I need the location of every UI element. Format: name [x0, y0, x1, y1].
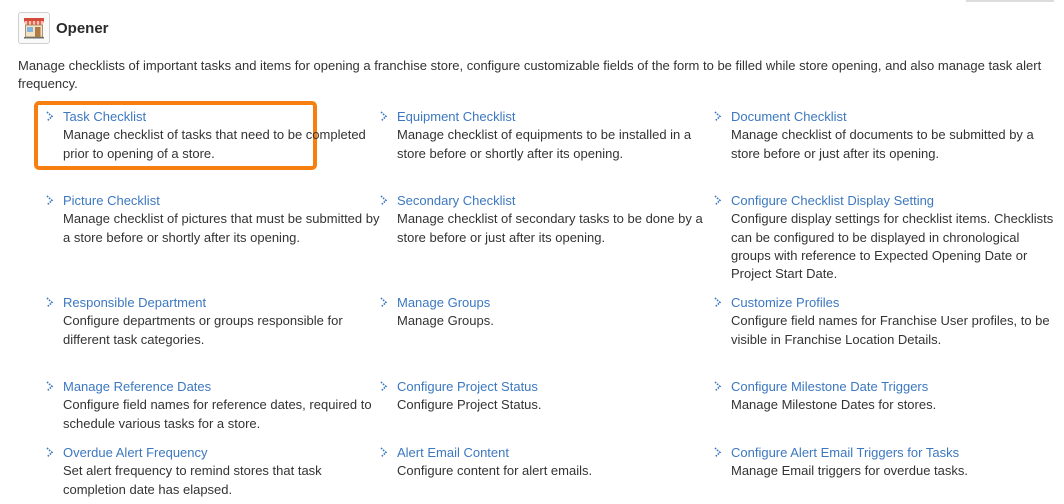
task-checklist-link[interactable]: Task Checklist — [63, 108, 380, 126]
storefront-icon — [18, 12, 50, 44]
configure-project-status-link[interactable]: Configure Project Status — [397, 378, 714, 396]
milestone-date-triggers-link[interactable]: Configure Milestone Date Triggers — [731, 378, 1054, 396]
option-picture-checklist: Picture Checklist Manage checklist of pi… — [46, 192, 380, 294]
secondary-checklist-link[interactable]: Secondary Checklist — [397, 192, 714, 210]
double-chevron-right-icon — [46, 111, 54, 122]
overdue-alert-frequency-link[interactable]: Overdue Alert Frequency — [63, 444, 380, 462]
option-equipment-checklist: Equipment Checklist Manage checklist of … — [380, 108, 714, 192]
option-alert-email-content: Alert Email Content Configure content fo… — [380, 444, 714, 504]
option-description: Configure content for alert emails. — [397, 463, 593, 479]
picture-checklist-link[interactable]: Picture Checklist — [63, 192, 380, 210]
double-chevron-right-icon — [46, 195, 54, 206]
double-chevron-right-icon — [46, 381, 54, 392]
alert-email-content-link[interactable]: Alert Email Content — [397, 444, 714, 462]
option-description: Set alert frequency to remind stores tha… — [63, 463, 322, 497]
responsible-department-link[interactable]: Responsible Department — [63, 294, 380, 312]
page-description: Manage checklists of important tasks and… — [18, 57, 1064, 93]
option-overdue-alert-frequency: Overdue Alert Frequency Set alert freque… — [46, 444, 380, 504]
option-description: Manage Groups. — [397, 313, 494, 329]
description-line-2: frequency. — [18, 76, 78, 91]
equipment-checklist-link[interactable]: Equipment Checklist — [397, 108, 714, 126]
option-manage-groups: Manage Groups Manage Groups. — [380, 294, 714, 378]
option-manage-reference-dates: Manage Reference Dates Configure field n… — [46, 378, 380, 444]
double-chevron-right-icon — [380, 447, 388, 458]
option-alert-email-triggers: Configure Alert Email Triggers for Tasks… — [714, 444, 1054, 504]
option-description: Configure display settings for checklist… — [731, 211, 1054, 282]
option-description: Manage checklist of equipments to be ins… — [397, 127, 692, 161]
page-title: Opener — [56, 19, 109, 37]
option-description: Manage checklist of tasks that need to b… — [63, 127, 366, 161]
double-chevron-right-icon — [46, 297, 54, 308]
option-milestone-date-triggers: Configure Milestone Date Triggers Manage… — [714, 378, 1054, 444]
option-document-checklist: Document Checklist Manage checklist of d… — [714, 108, 1054, 192]
option-task-checklist: Task Checklist Manage checklist of tasks… — [46, 108, 380, 192]
double-chevron-right-icon — [714, 381, 722, 392]
double-chevron-right-icon — [380, 297, 388, 308]
option-description: Configure departments or groups responsi… — [63, 313, 343, 347]
double-chevron-right-icon — [714, 195, 722, 206]
option-description: Configure field names for Franchise User… — [731, 313, 1050, 347]
manage-groups-link[interactable]: Manage Groups — [397, 294, 714, 312]
option-description: Configure Project Status. — [397, 397, 542, 413]
option-description: Manage Email triggers for overdue tasks. — [731, 463, 968, 479]
options-grid: Task Checklist Manage checklist of tasks… — [46, 108, 1056, 504]
page-header: Opener — [18, 11, 109, 45]
checklist-display-setting-link[interactable]: Configure Checklist Display Setting — [731, 192, 1054, 210]
option-customize-profiles: Customize Profiles Configure field names… — [714, 294, 1054, 378]
manage-reference-dates-link[interactable]: Manage Reference Dates — [63, 378, 380, 396]
option-configure-project-status: Configure Project Status Configure Proje… — [380, 378, 714, 444]
option-description: Manage checklist of pictures that must b… — [63, 211, 380, 245]
double-chevron-right-icon — [46, 447, 54, 458]
document-checklist-link[interactable]: Document Checklist — [731, 108, 1054, 126]
double-chevron-right-icon — [380, 381, 388, 392]
customize-profiles-link[interactable]: Customize Profiles — [731, 294, 1054, 312]
option-secondary-checklist: Secondary Checklist Manage checklist of … — [380, 192, 714, 294]
alert-email-triggers-link[interactable]: Configure Alert Email Triggers for Tasks — [731, 444, 1054, 462]
option-description: Manage checklist of secondary tasks to b… — [397, 211, 703, 245]
top-divider — [966, 0, 1054, 2]
option-responsible-department: Responsible Department Configure departm… — [46, 294, 380, 378]
double-chevron-right-icon — [714, 447, 722, 458]
option-description: Configure field names for reference date… — [63, 397, 372, 431]
double-chevron-right-icon — [380, 195, 388, 206]
double-chevron-right-icon — [380, 111, 388, 122]
option-checklist-display-setting: Configure Checklist Display Setting Conf… — [714, 192, 1054, 294]
option-description: Manage Milestone Dates for stores. — [731, 397, 937, 413]
description-line-1: Manage checklists of important tasks and… — [18, 58, 1042, 73]
option-description: Manage checklist of documents to be subm… — [731, 127, 1034, 161]
double-chevron-right-icon — [714, 111, 722, 122]
double-chevron-right-icon — [714, 297, 722, 308]
